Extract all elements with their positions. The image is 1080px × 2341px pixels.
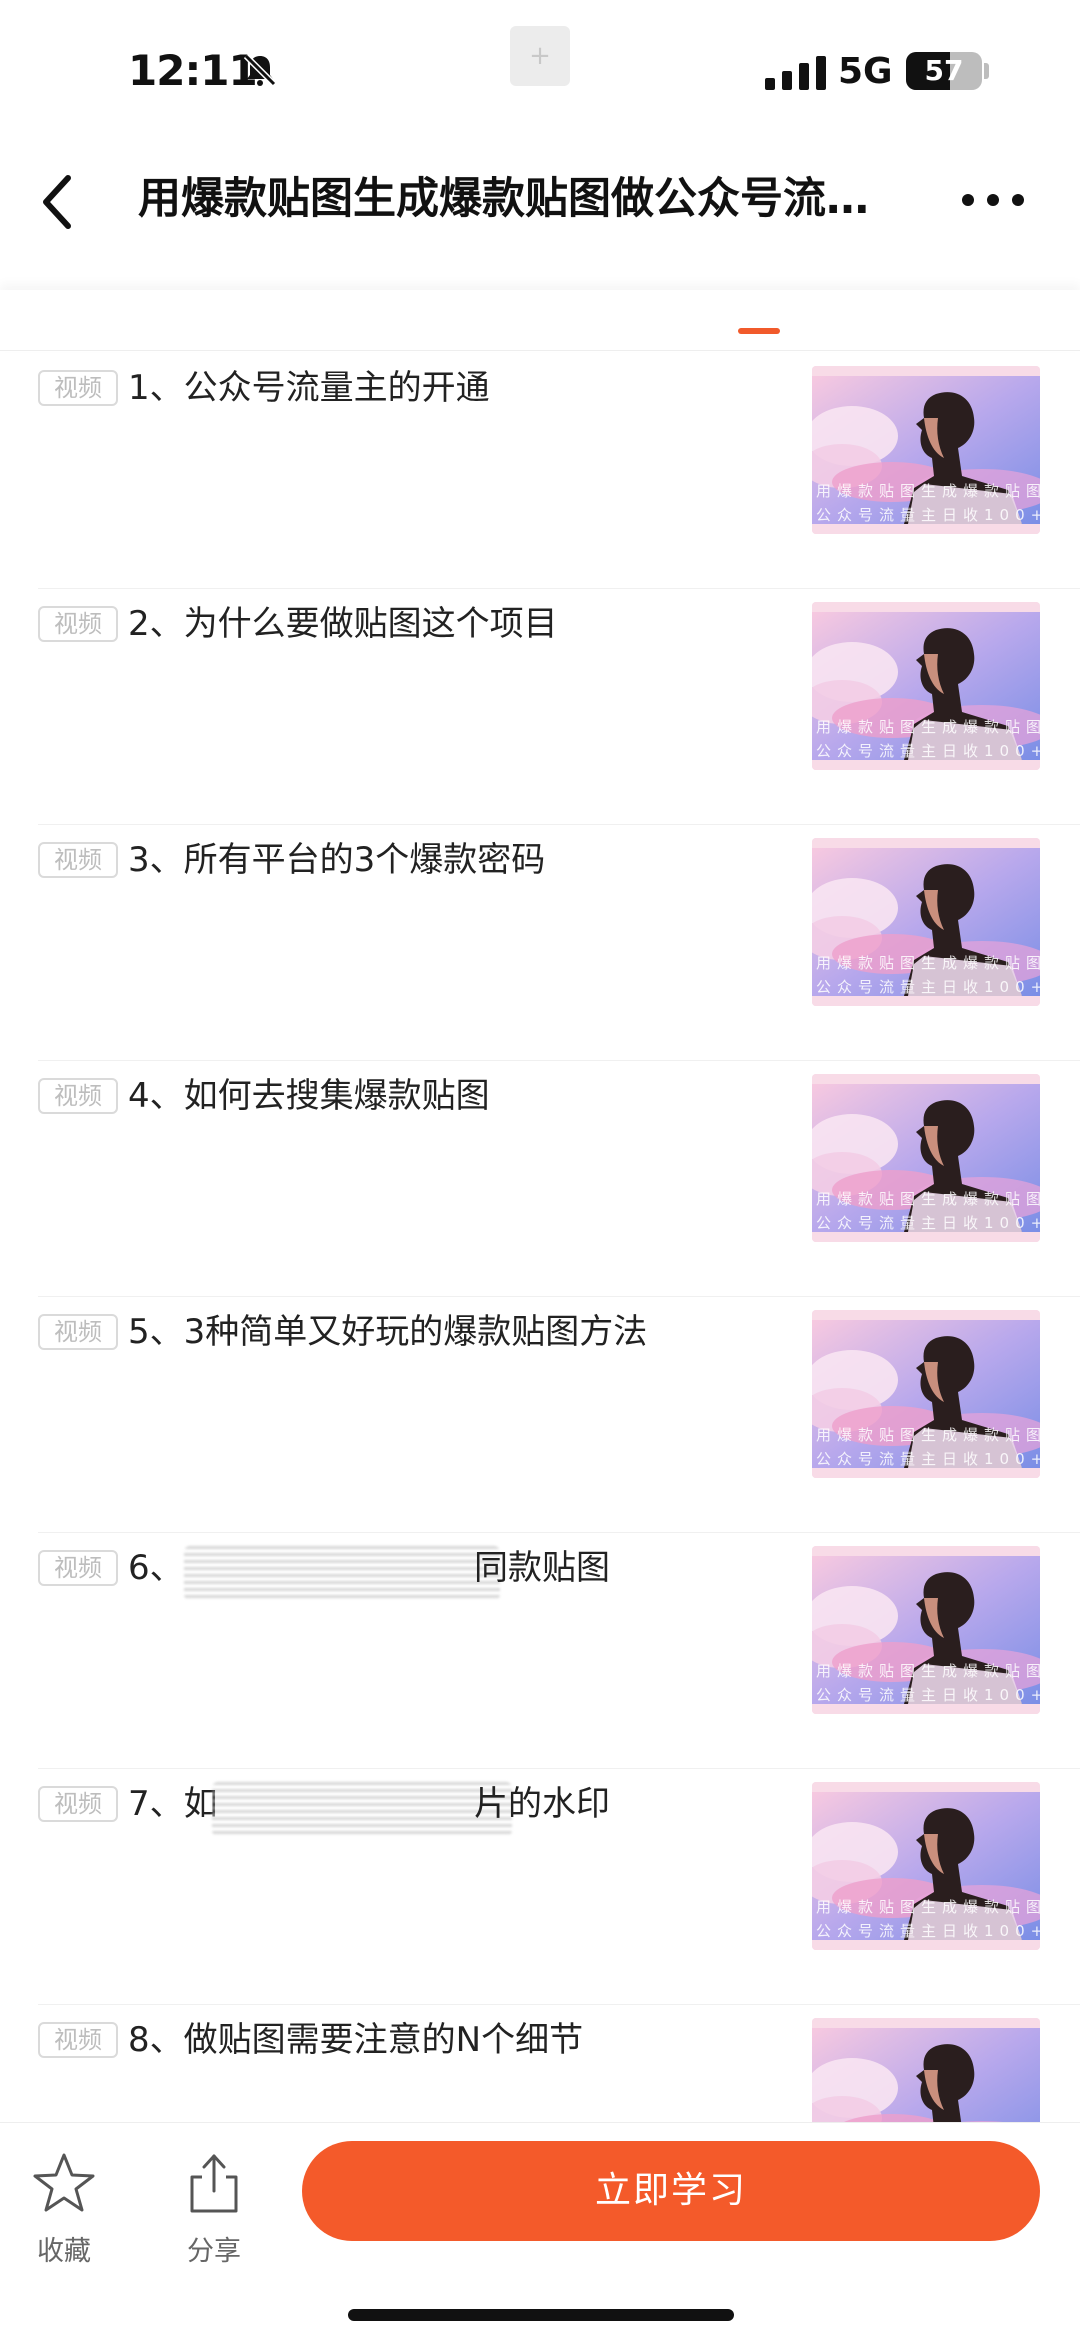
lesson-title-end: 片的水印 (474, 1784, 610, 1824)
lesson-thumbnail: 用爆款贴图生成爆款贴图公众号流量主日收100+ (812, 838, 1040, 1006)
thumbnail-caption: 用爆款贴图生成爆款贴图 (816, 1426, 1040, 1444)
video-badge: 视频 (38, 370, 118, 406)
thumbnail-caption: 公众号流量主日收100+ (816, 978, 1040, 996)
lesson-title-end: 同款贴图 (474, 1548, 610, 1588)
lesson-item[interactable]: 视频 1、公众号流量主的开通 用爆款贴图生成爆款贴图 公众号流量主日收100+ (0, 352, 1080, 588)
thumbnail-caption: 公众号流量主日收100+ (816, 1922, 1040, 1940)
bell-muted-icon (243, 53, 277, 87)
signal-icon (765, 56, 826, 90)
video-badge: 视频 (38, 1550, 118, 1586)
redacted-text (212, 1782, 512, 1836)
divider (38, 1768, 1080, 1769)
divider (38, 1532, 1080, 1533)
lesson-thumbnail: 用爆款贴图生成爆款贴图公众号流量主日收100+ (812, 1546, 1040, 1714)
thumbnail-caption: 公众号流量主日收100+ (816, 742, 1040, 760)
lesson-title: 1、公众号流量主的开通 (128, 368, 490, 408)
thumbnail-caption: 用爆款贴图生成爆款贴图 (816, 1190, 1040, 1208)
share-icon (190, 2154, 238, 2213)
divider (38, 588, 1080, 589)
lesson-thumbnail: 用爆款贴图生成爆款贴图公众号流量主日收100+ (812, 1782, 1040, 1950)
lesson-title: 8、做贴图需要注意的N个细节 (128, 2020, 584, 2060)
nav-bar: 用爆款贴图生成爆款贴图做公众号流… (0, 140, 1080, 290)
lesson-list: 视频 1、公众号流量主的开通 用爆款贴图生成爆款贴图 公众号流量主日收100+ 视… (0, 352, 1080, 2122)
video-badge: 视频 (38, 2022, 118, 2058)
video-badge: 视频 (38, 1078, 118, 1114)
start-learning-button[interactable]: 立即学习 (302, 2141, 1040, 2241)
notch-plus-button[interactable]: + (510, 26, 570, 86)
divider (0, 350, 1080, 351)
battery-icon: 57 (906, 52, 982, 90)
video-badge: 视频 (38, 1314, 118, 1350)
divider (38, 824, 1080, 825)
thumbnail-caption: 公众号流量主日收100+ (816, 1450, 1040, 1468)
back-chevron-icon[interactable] (38, 172, 78, 232)
star-icon (33, 2153, 95, 2212)
lesson-thumbnail: 用爆款贴图生成爆款贴图公众号流量主日收100+ (812, 2018, 1040, 2122)
divider (38, 1296, 1080, 1297)
thumbnail-caption: 公众号流量主日收100+ (816, 1686, 1040, 1704)
lesson-item[interactable]: 视频 2、为什么要做贴图这个项目 用爆款贴图生成爆款贴图 公众号流量主日收100+ (0, 588, 1080, 824)
tab-active-indicator (738, 328, 780, 334)
thumbnail-caption: 用爆款贴图生成爆款贴图 (816, 1898, 1040, 1916)
favorite-button[interactable]: 收藏 (28, 2147, 100, 2267)
thumbnail-caption: 用爆款贴图生成爆款贴图 (816, 954, 1040, 972)
redacted-text (184, 1546, 500, 1600)
lesson-item[interactable]: 视频 8、做贴图需要注意的N个细节 用爆款贴图生成爆款贴图公众号流量主日收100… (0, 2004, 1080, 2122)
battery-tip (984, 63, 989, 79)
lesson-thumbnail: 用爆款贴图生成爆款贴图公众号流量主日收100+ (812, 1074, 1040, 1242)
lesson-title: 2、为什么要做贴图这个项目 (128, 604, 558, 644)
thumbnail-caption: 用爆款贴图生成爆款贴图 (816, 482, 1040, 500)
divider (38, 1060, 1080, 1061)
divider (38, 2004, 1080, 2005)
network-type: 5G (838, 51, 893, 92)
lesson-title-start: 7、如 (128, 1784, 218, 1824)
page-title: 用爆款贴图生成爆款贴图做公众号流… (138, 174, 869, 224)
lesson-item[interactable]: 视频 6、 同款贴图 用爆款贴图生成爆款贴图 公众号流量主日收100+ (0, 1532, 1080, 1768)
thumbnail-caption: 用爆款贴图生成爆款贴图 (816, 718, 1040, 736)
lesson-item[interactable]: 视频 7、如 片的水印 用爆款贴图生成爆款贴图 公众号流量主日收100+ (0, 1768, 1080, 2004)
thumbnail-caption: 用爆款贴图生成爆款贴图 (816, 1662, 1040, 1680)
lesson-item[interactable]: 视频 4、如何去搜集爆款贴图 用爆款贴图生成爆款贴图 公众号流量主日收100+ (0, 1060, 1080, 1296)
battery-level: 57 (924, 54, 964, 87)
lesson-title: 3、所有平台的3个爆款密码 (128, 840, 546, 880)
video-badge: 视频 (38, 1786, 118, 1822)
lesson-title: 4、如何去搜集爆款贴图 (128, 1076, 490, 1116)
lesson-thumbnail: 用爆款贴图生成爆款贴图公众号流量主日收100+ (812, 1310, 1040, 1478)
video-badge: 视频 (38, 842, 118, 878)
lesson-thumbnail: 用爆款贴图生成爆款贴图公众号流量主日收100+ (812, 602, 1040, 770)
lesson-thumbnail: 用爆款贴图生成爆款贴图公众号流量主日收100+ (812, 366, 1040, 534)
thumbnail-caption: 公众号流量主日收100+ (816, 506, 1040, 524)
portrait-image (812, 2018, 1040, 2122)
status-bar: 12:11 + 5G 57 (0, 0, 1080, 140)
thumbnail-caption: 公众号流量主日收100+ (816, 1214, 1040, 1232)
tab-bar (0, 290, 1080, 352)
lesson-item[interactable]: 视频 3、所有平台的3个爆款密码 用爆款贴图生成爆款贴图 公众号流量主日收100+ (0, 824, 1080, 1060)
share-button[interactable]: 分享 (178, 2147, 250, 2267)
lesson-title: 5、3种简单又好玩的爆款贴图方法 (128, 1312, 648, 1352)
favorite-label: 收藏 (37, 2236, 91, 2267)
lesson-item[interactable]: 视频 5、3种简单又好玩的爆款贴图方法 用爆款贴图生成爆款贴图 公众号流量主日收1… (0, 1296, 1080, 1532)
home-indicator (348, 2309, 734, 2321)
video-badge: 视频 (38, 606, 118, 642)
lesson-title-start: 6、 (128, 1548, 184, 1588)
status-time: 12:11 (128, 46, 258, 95)
share-label: 分享 (187, 2236, 241, 2267)
more-icon[interactable] (962, 180, 1024, 220)
